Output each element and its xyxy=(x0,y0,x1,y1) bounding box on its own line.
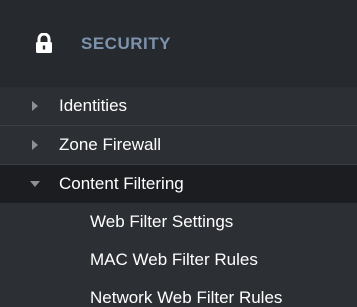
nav-item-label: Content Filtering xyxy=(59,174,184,193)
security-panel: SECURITY Identities Zone Firewall Conten… xyxy=(0,0,357,307)
nav-item-content-filtering[interactable]: Content Filtering xyxy=(0,165,357,203)
chevron-down-icon xyxy=(30,181,40,187)
security-nav: Identities Zone Firewall Content Filteri… xyxy=(0,87,357,307)
chevron-right-icon xyxy=(32,101,38,111)
section-title: SECURITY xyxy=(81,34,171,53)
subnav-item-label: MAC Web Filter Rules xyxy=(90,250,258,269)
subnav-item-web-filter-settings[interactable]: Web Filter Settings xyxy=(0,203,357,241)
chevron-right-icon xyxy=(32,140,38,150)
nav-item-identities[interactable]: Identities xyxy=(0,87,357,125)
security-header[interactable]: SECURITY xyxy=(0,0,357,87)
subnav-item-label: Web Filter Settings xyxy=(90,212,234,231)
subnav-item-network-web-filter-rules[interactable]: Network Web Filter Rules xyxy=(0,279,357,307)
nav-item-label: Zone Firewall xyxy=(59,135,162,154)
nav-item-zone-firewall[interactable]: Zone Firewall xyxy=(0,126,357,164)
subnav-item-label: Network Web Filter Rules xyxy=(90,288,283,307)
subnav-item-mac-web-filter-rules[interactable]: MAC Web Filter Rules xyxy=(0,241,357,279)
nav-item-label: Identities xyxy=(59,96,128,115)
lock-icon xyxy=(36,33,52,53)
